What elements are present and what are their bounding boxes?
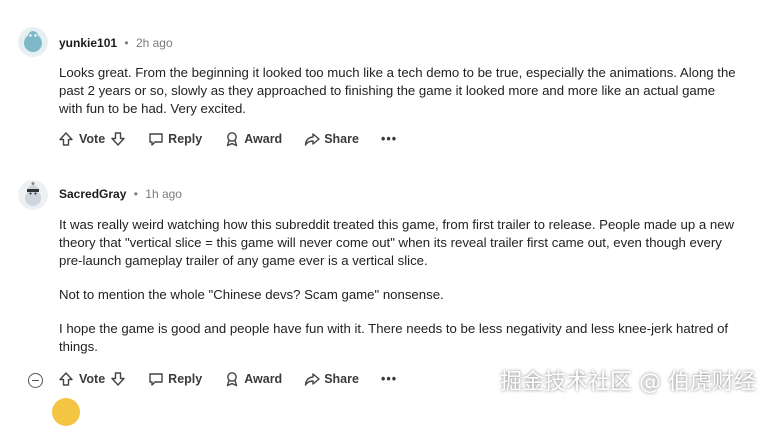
share-button[interactable]: Share — [304, 371, 359, 387]
arrow-down-icon[interactable] — [110, 371, 126, 387]
comment-actions: Vote Reply Award Share ••• — [58, 371, 419, 387]
speech-bubble-icon — [149, 133, 163, 146]
snoo-avatar-icon — [18, 180, 48, 210]
comment: yunkie101 • 2h ago Looks great. From the… — [0, 0, 768, 160]
comment-paragraph: Not to mention the whole "Chinese devs? … — [59, 287, 444, 302]
comment-author[interactable]: yunkie101 — [59, 36, 117, 50]
arrow-down-icon[interactable] — [110, 131, 126, 147]
reply-button[interactable]: Reply — [148, 371, 202, 387]
comment-paragraph: Looks great. From the beginning it looke… — [59, 65, 736, 116]
comment-meta: SacredGray • 1h ago — [59, 187, 182, 201]
reply-button[interactable]: Reply — [148, 131, 202, 147]
meta-separator: • — [124, 36, 129, 50]
comment-paragraph: I hope the game is good and people have … — [59, 321, 729, 354]
collapse-thread-icon[interactable] — [28, 373, 43, 388]
share-label: Share — [324, 132, 359, 146]
share-button[interactable]: Share — [304, 131, 359, 147]
award-label: Award — [244, 372, 283, 386]
vote-control: Vote — [58, 131, 126, 147]
more-options-button[interactable]: ••• — [381, 132, 397, 146]
avatar[interactable] — [18, 27, 48, 57]
award-icon — [227, 372, 238, 387]
snoo-avatar-icon — [18, 27, 48, 57]
award-button[interactable]: Award — [224, 371, 282, 387]
watermark: 掘金技术社区 @ 伯虎财经 — [500, 370, 756, 395]
more-options-button[interactable]: ••• — [381, 372, 397, 386]
avatar[interactable] — [52, 398, 80, 426]
comment-timestamp[interactable]: 1h ago — [145, 187, 182, 201]
arrow-up-icon[interactable] — [58, 371, 74, 387]
vote-label: Vote — [79, 372, 106, 386]
speech-bubble-icon — [149, 373, 163, 386]
arrow-up-icon[interactable] — [58, 131, 74, 147]
comment-body: Looks great. From the beginning it looke… — [59, 64, 742, 134]
comment-paragraph: It was really weird watching how this su… — [59, 217, 735, 268]
comment-author[interactable]: SacredGray — [59, 187, 126, 201]
award-icon — [227, 132, 238, 147]
comment-meta: yunkie101 • 2h ago — [59, 36, 173, 50]
share-label: Share — [324, 372, 359, 386]
award-button[interactable]: Award — [224, 131, 282, 147]
comment-timestamp[interactable]: 2h ago — [136, 36, 173, 50]
avatar[interactable] — [18, 180, 48, 210]
award-label: Award — [244, 132, 283, 146]
meta-separator: • — [133, 187, 138, 201]
reply-label: Reply — [168, 372, 203, 386]
vote-control: Vote — [58, 371, 126, 387]
share-arrow-icon — [305, 133, 320, 146]
comment-actions: Vote Reply Award Share ••• — [58, 131, 419, 147]
comment-body: It was really weird watching how this su… — [59, 216, 742, 372]
share-arrow-icon — [305, 373, 320, 386]
reply-label: Reply — [168, 132, 203, 146]
vote-label: Vote — [79, 132, 106, 146]
